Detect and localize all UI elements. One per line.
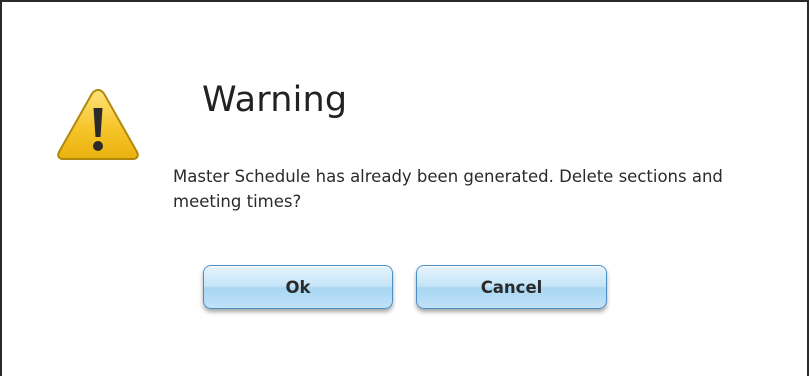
ok-button[interactable]: Ok — [203, 265, 393, 309]
dialog-message: Master Schedule has already been generat… — [173, 167, 723, 211]
warning-icon — [55, 86, 141, 162]
dialog-title: Warning — [202, 80, 348, 120]
warning-dialog: Warning Master Schedule has already been… — [0, 0, 809, 376]
cancel-button[interactable]: Cancel — [416, 265, 607, 309]
